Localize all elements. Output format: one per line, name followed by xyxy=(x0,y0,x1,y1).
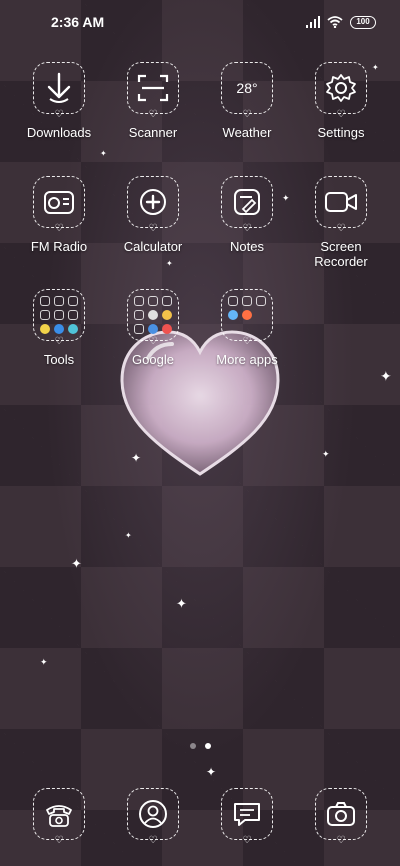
mini-heart-icon: ♡ xyxy=(242,223,252,234)
mini-heart-icon: ♡ xyxy=(54,109,64,120)
app-screen-recorder[interactable]: ♡ Screen Recorder xyxy=(294,176,388,269)
mini-heart-icon: ♡ xyxy=(242,835,252,846)
folder-more-apps[interactable]: ♡ More apps xyxy=(200,289,294,367)
sparkle-icon: ✦ xyxy=(282,193,290,203)
mini-heart-icon: ♡ xyxy=(242,336,252,347)
mini-heart-icon: ♡ xyxy=(148,835,158,846)
app-weather[interactable]: 28° ♡ Weather xyxy=(200,62,294,140)
radio-icon: ♡ xyxy=(33,176,85,234)
wifi-icon xyxy=(327,16,343,28)
battery-indicator: 100 xyxy=(350,15,376,29)
folder-label: Google xyxy=(132,352,174,367)
notes-icon: ♡ xyxy=(221,176,273,234)
mini-heart-icon: ♡ xyxy=(148,336,158,347)
sparkle-icon: ✦ xyxy=(125,531,132,540)
signal-icon xyxy=(306,16,320,28)
phone-icon: ♡ xyxy=(33,788,85,846)
app-fm-radio[interactable]: ♡ FM Radio xyxy=(12,176,106,254)
app-label: FM Radio xyxy=(30,239,88,254)
sparkle-icon: ✦ xyxy=(100,149,107,158)
app-notes[interactable]: ♡ Notes xyxy=(200,176,294,254)
weather-temp: 28° xyxy=(236,80,258,96)
scanner-frame-icon: ♡ xyxy=(127,62,179,120)
contacts-icon: ♡ xyxy=(127,788,179,846)
app-label: Notes xyxy=(230,239,264,254)
sparkle-icon: ✦ xyxy=(71,556,82,571)
status-bar: 2:36 AM 100 xyxy=(0,0,400,44)
folder-label: More apps xyxy=(216,352,278,367)
app-label: Weather xyxy=(222,125,272,140)
app-label: Scanner xyxy=(128,125,178,140)
page-dot-active[interactable] xyxy=(204,743,211,749)
mini-heart-icon: ♡ xyxy=(54,336,64,347)
status-time: 2:36 AM xyxy=(51,14,105,30)
video-camera-icon: ♡ xyxy=(315,176,367,234)
mini-heart-icon: ♡ xyxy=(336,835,346,846)
weather-icon: 28° ♡ xyxy=(221,62,273,120)
sparkle-icon: ✦ xyxy=(40,657,48,667)
dock-messages[interactable]: ♡ xyxy=(200,788,294,846)
app-downloads[interactable]: ♡ Downloads xyxy=(12,62,106,140)
app-scanner[interactable]: ♡ Scanner xyxy=(106,62,200,140)
app-label: Screen Recorder xyxy=(314,239,368,269)
folder-label: Tools xyxy=(43,352,75,367)
page-dot[interactable] xyxy=(189,743,196,749)
status-icons: 100 xyxy=(306,15,376,29)
gear-icon: ♡ xyxy=(315,62,367,120)
camera-icon: ♡ xyxy=(315,788,367,846)
app-label: Calculator xyxy=(123,239,183,254)
sparkle-icon: ✦ xyxy=(372,63,379,72)
mini-heart-icon: ♡ xyxy=(336,109,346,120)
message-icon: ♡ xyxy=(221,788,273,846)
sparkle-icon: ✦ xyxy=(131,451,142,465)
folder-google[interactable]: ♡ Google xyxy=(106,289,200,367)
dock-phone[interactable]: ♡ xyxy=(12,788,106,846)
mini-heart-icon: ♡ xyxy=(242,109,252,120)
sparkle-icon: ✦ xyxy=(322,449,330,459)
sparkle-icon: ✦ xyxy=(176,596,187,611)
mini-heart-icon: ♡ xyxy=(148,223,158,234)
folder-icon: ♡ xyxy=(33,289,85,347)
mini-heart-icon: ♡ xyxy=(54,835,64,846)
folder-icon: ♡ xyxy=(127,289,179,347)
folder-tools[interactable]: ♡ Tools xyxy=(12,289,106,367)
sparkle-icon: ✦ xyxy=(166,259,173,268)
dock-contacts[interactable]: ♡ xyxy=(106,788,200,846)
app-calculator[interactable]: ♡ Calculator xyxy=(106,176,200,254)
page-indicator xyxy=(0,743,400,749)
mini-heart-icon: ♡ xyxy=(336,223,346,234)
app-label: Settings xyxy=(317,125,365,140)
folder-icon: ♡ xyxy=(221,289,273,347)
mini-heart-icon: ♡ xyxy=(54,223,64,234)
calculator-icon: ♡ xyxy=(127,176,179,234)
dock-camera[interactable]: ♡ xyxy=(294,788,388,846)
app-label: Downloads xyxy=(26,125,92,140)
download-arrow-icon: ♡ xyxy=(33,62,85,120)
mini-heart-icon: ♡ xyxy=(148,109,158,120)
sparkle-icon: ✦ xyxy=(380,368,392,384)
sparkle-icon: ✦ xyxy=(206,765,217,779)
